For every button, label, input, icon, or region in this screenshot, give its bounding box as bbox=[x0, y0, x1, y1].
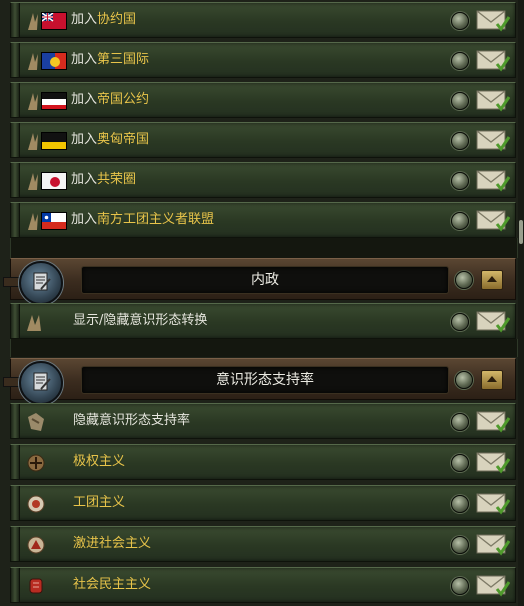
ideology-row[interactable]: 工团主义 bbox=[10, 485, 516, 521]
syndicalist-icon bbox=[27, 495, 45, 513]
ideology-drift-icon bbox=[27, 315, 41, 331]
envelope-check-icon[interactable] bbox=[476, 491, 510, 515]
ideology-row[interactable]: 极权主义 bbox=[10, 444, 516, 480]
scrollbar[interactable] bbox=[518, 0, 524, 606]
faction-name: 帝国公约 bbox=[97, 92, 150, 107]
collapse-button[interactable] bbox=[481, 370, 503, 390]
faction-name: 共荣圈 bbox=[97, 172, 137, 187]
social-democrat-icon bbox=[29, 578, 43, 594]
join-faction-row[interactable]: 加入共荣圈 bbox=[10, 162, 516, 198]
envelope-check-icon[interactable] bbox=[476, 88, 510, 112]
join-prefix: 加入 bbox=[71, 132, 98, 147]
join-faction-row[interactable]: 加入协约国 bbox=[10, 2, 516, 38]
flag-icon bbox=[41, 212, 67, 230]
flag-icon bbox=[41, 52, 67, 70]
envelope-check-icon[interactable] bbox=[476, 208, 510, 232]
section-title: 内政 bbox=[81, 266, 449, 294]
ideology-row[interactable]: 隐藏意识形态支持率 bbox=[10, 403, 516, 439]
join-prefix: 加入 bbox=[71, 52, 98, 67]
domestic-row[interactable]: 显示/隐藏意识形态转换 bbox=[10, 303, 516, 339]
row-label: 极权主义 bbox=[73, 454, 126, 469]
flag-icon bbox=[41, 12, 67, 30]
row-label: 工团主义 bbox=[73, 495, 126, 510]
faction-name: 奥匈帝国 bbox=[97, 132, 150, 147]
toggle-dot[interactable] bbox=[451, 172, 469, 190]
toggle-dot[interactable] bbox=[451, 12, 469, 30]
row-label: 隐藏意识形态支持率 bbox=[73, 413, 191, 428]
totalist-icon bbox=[27, 454, 45, 472]
faction-name: 第三国际 bbox=[97, 52, 150, 67]
toggle-dot[interactable] bbox=[451, 313, 469, 331]
row-label: 显示/隐藏意识形态转换 bbox=[73, 313, 208, 328]
envelope-check-icon[interactable] bbox=[476, 573, 510, 597]
toggle-dot[interactable] bbox=[451, 413, 469, 431]
collapse-button[interactable] bbox=[481, 270, 503, 290]
toggle-dot[interactable] bbox=[451, 52, 469, 70]
toggle-dot[interactable] bbox=[451, 212, 469, 230]
toggle-dot[interactable] bbox=[451, 132, 469, 150]
join-prefix: 加入 bbox=[71, 212, 98, 227]
document-icon bbox=[19, 261, 63, 305]
envelope-check-icon[interactable] bbox=[476, 309, 510, 333]
join-prefix: 加入 bbox=[71, 12, 98, 27]
ideology-row[interactable]: 激进社会主义 bbox=[10, 526, 516, 562]
flag-icon bbox=[41, 132, 67, 150]
toggle-dot[interactable] bbox=[451, 92, 469, 110]
envelope-check-icon[interactable] bbox=[476, 48, 510, 72]
radical-socialist-icon bbox=[27, 536, 45, 554]
toggle-dot[interactable] bbox=[451, 536, 469, 554]
envelope-check-icon[interactable] bbox=[476, 409, 510, 433]
row-label: 社会民主主义 bbox=[73, 577, 152, 592]
toggle-dot[interactable] bbox=[455, 371, 473, 389]
envelope-check-icon[interactable] bbox=[476, 450, 510, 474]
scrollbar-thumb[interactable] bbox=[519, 220, 523, 244]
hide-support-icon bbox=[28, 413, 44, 431]
section-gap bbox=[10, 339, 518, 357]
faction-name: 协约国 bbox=[97, 12, 137, 27]
section-gap bbox=[10, 238, 518, 258]
toggle-dot[interactable] bbox=[451, 577, 469, 595]
toggle-dot[interactable] bbox=[451, 454, 469, 472]
faction-name: 南方工团主义者联盟 bbox=[97, 212, 215, 227]
row-label: 激进社会主义 bbox=[73, 536, 152, 551]
envelope-check-icon[interactable] bbox=[476, 128, 510, 152]
flag-icon bbox=[41, 172, 67, 190]
envelope-check-icon[interactable] bbox=[476, 8, 510, 32]
envelope-check-icon[interactable] bbox=[476, 532, 510, 556]
join-prefix: 加入 bbox=[71, 172, 98, 187]
toggle-dot[interactable] bbox=[455, 271, 473, 289]
join-faction-row[interactable]: 加入南方工团主义者联盟 bbox=[10, 202, 516, 238]
section-header-ideology[interactable]: 意识形态支持率 bbox=[3, 358, 516, 405]
join-faction-row[interactable]: 加入第三国际 bbox=[10, 42, 516, 78]
envelope-check-icon[interactable] bbox=[476, 168, 510, 192]
flag-icon bbox=[41, 92, 67, 110]
join-faction-row[interactable]: 加入奥匈帝国 bbox=[10, 122, 516, 158]
section-header-domestic[interactable]: 内政 bbox=[3, 258, 516, 305]
toggle-dot[interactable] bbox=[451, 495, 469, 513]
section-title: 意识形态支持率 bbox=[81, 366, 449, 394]
ideology-row[interactable]: 社会民主主义 bbox=[10, 567, 516, 603]
document-icon bbox=[19, 361, 63, 405]
join-prefix: 加入 bbox=[71, 92, 98, 107]
join-faction-row[interactable]: 加入帝国公约 bbox=[10, 82, 516, 118]
